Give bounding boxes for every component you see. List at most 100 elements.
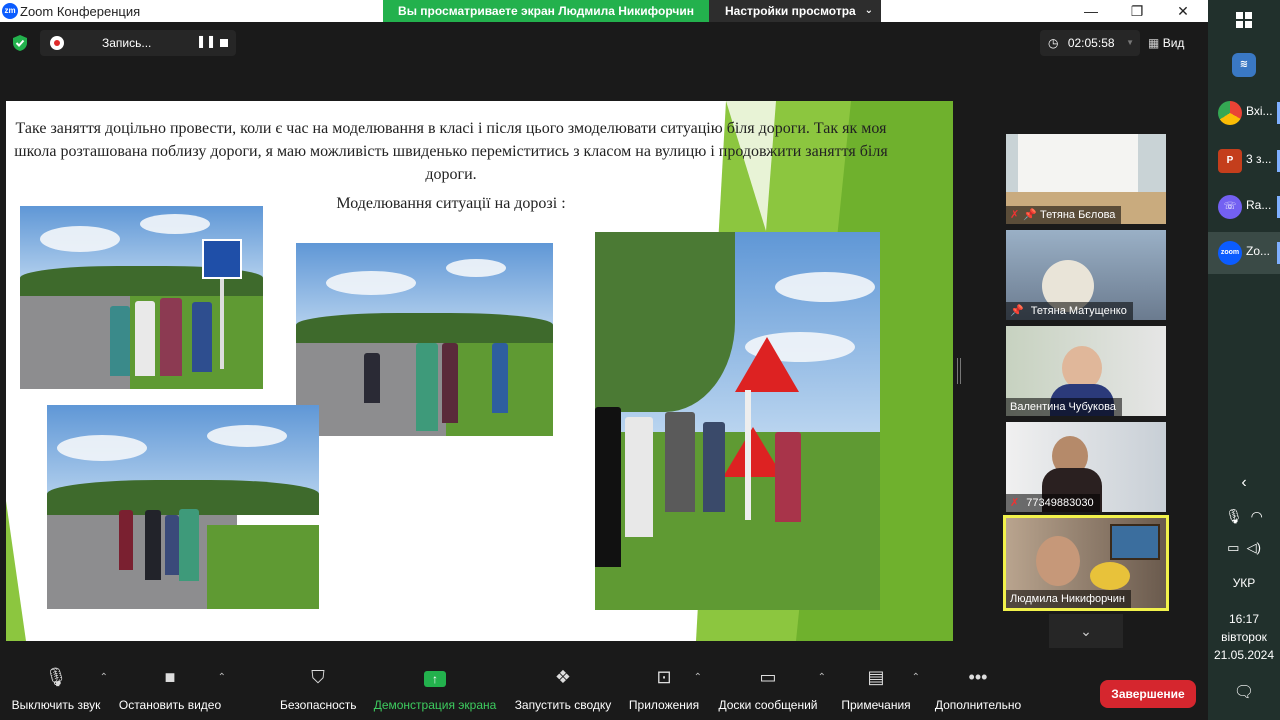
app-icon: ≋ xyxy=(1232,53,1256,77)
participant-name: Валентина Чубукова xyxy=(1006,398,1122,416)
taskbar-powerpoint[interactable]: P 3 з... xyxy=(1208,140,1280,182)
participant-name: Людмила Никифорчин xyxy=(1006,590,1131,608)
tray-icons: 🎙 ◠ xyxy=(1208,508,1280,525)
slide-photo-2 xyxy=(296,243,553,436)
stop-recording-icon[interactable] xyxy=(220,39,228,47)
clock-icon: ◷ xyxy=(1048,36,1059,50)
share-banner: Вы просматриваете экран Людмила Никифорч… xyxy=(383,0,709,22)
scroll-participants-down-button[interactable]: ⌄ xyxy=(1049,614,1123,648)
chevron-up-icon[interactable]: ⌃ xyxy=(100,672,108,683)
taskbar-app[interactable]: ≋ xyxy=(1208,44,1280,86)
taskbar-viber[interactable]: ☏ Ra... xyxy=(1208,186,1280,228)
shared-screen-slide: Таке заняття доцільно провести, коли є ч… xyxy=(6,101,953,641)
crosswalk-sign-icon xyxy=(202,239,242,279)
participant-tile[interactable]: ✗ 📌 Тетяна Бєлова xyxy=(1006,134,1166,224)
slide-photo-3 xyxy=(47,405,319,609)
pause-recording-icon[interactable]: ❚❚ xyxy=(196,34,216,48)
whiteboard-icon: ▭ xyxy=(759,667,777,687)
chevron-up-icon[interactable]: ⌃ xyxy=(694,672,702,683)
microphone-icon[interactable]: 🎙 xyxy=(1225,508,1243,524)
participant-name: ✗ 77349883030 xyxy=(1006,494,1100,512)
participant-tile-active-speaker[interactable]: Людмила Никифорчин xyxy=(1003,515,1169,611)
language-indicator[interactable]: УКР xyxy=(1208,576,1280,590)
share-screen-button[interactable]: ↑ Демонстрация экрана xyxy=(372,662,498,720)
chevron-down-icon: ⌄ xyxy=(864,5,873,16)
start-button[interactable] xyxy=(1208,0,1280,42)
volume-icon[interactable]: ◁) xyxy=(1247,540,1261,555)
participant-tile[interactable]: ✗ 77349883030 xyxy=(1006,422,1166,512)
muted-mic-icon: ✗ xyxy=(1010,497,1020,509)
participant-name: ✗ 📌 Тетяна Бєлова xyxy=(1006,206,1122,224)
powerpoint-icon: P xyxy=(1218,149,1242,173)
wifi-icon[interactable]: ◠ xyxy=(1251,508,1263,524)
participant-tile[interactable]: 📌 Тетяна Матущенко xyxy=(1006,230,1166,320)
battery-icon[interactable]: ▭ xyxy=(1227,540,1239,555)
more-button[interactable]: ••• Дополнительно xyxy=(932,662,1024,720)
chrome-icon xyxy=(1218,101,1242,125)
warning-sign-icon xyxy=(735,337,799,392)
security-shield-icon[interactable] xyxy=(12,34,28,52)
restore-button[interactable]: ❐ xyxy=(1114,0,1160,22)
share-screen-icon: ↑ xyxy=(424,671,446,687)
view-label: Вид xyxy=(1162,36,1185,50)
clock-date[interactable]: 21.05.2024 xyxy=(1208,648,1280,662)
participant-name: 📌 Тетяна Матущенко xyxy=(1006,302,1133,320)
muted-mic-icon: ✗ xyxy=(1010,209,1020,221)
chevron-down-icon: ▼ xyxy=(1126,38,1134,47)
zoom-icon: zoom xyxy=(1218,241,1242,265)
chevron-down-icon: ⌄ xyxy=(1080,623,1092,639)
summary-icon: ❖ xyxy=(554,667,572,687)
zoom-logo-icon: zm xyxy=(2,3,18,19)
screen: zm Zoom Конференция Вы просматриваете эк… xyxy=(0,0,1280,720)
pin-icon: 📌 xyxy=(1023,209,1037,221)
panel-resize-handle[interactable] xyxy=(957,358,961,384)
participant-tile[interactable]: Валентина Чубукова xyxy=(1006,326,1166,416)
recording-label: Запись... xyxy=(102,36,152,50)
stop-video-button[interactable]: ■ Остановить видео ⌃ xyxy=(118,662,226,720)
close-button[interactable]: ✕ xyxy=(1160,0,1206,22)
viber-icon: ☏ xyxy=(1218,195,1242,219)
shield-icon: ⛉ xyxy=(311,667,325,687)
video-camera-icon: ■ xyxy=(164,667,176,687)
chevron-up-icon[interactable]: ⌃ xyxy=(218,672,226,683)
slide-photo-1 xyxy=(20,206,263,389)
windows-start-icon xyxy=(1236,12,1252,28)
notes-icon: ▤ xyxy=(867,667,885,687)
chevron-up-icon[interactable]: ⌃ xyxy=(912,672,920,683)
window-title: Zoom Конференция xyxy=(20,4,141,19)
children-crossing-sign-icon xyxy=(723,427,783,477)
view-button[interactable]: ▦ Вид xyxy=(1148,30,1202,56)
security-button[interactable]: ⛉ Безопасность xyxy=(280,662,357,720)
apps-button[interactable]: ⊡ Приложения ⌃ xyxy=(628,662,702,720)
slide-photo-4 xyxy=(595,232,880,610)
chevron-up-icon[interactable]: ⌃ xyxy=(818,672,826,683)
meeting-timer[interactable]: ◷ 02:05:58 ▼ xyxy=(1040,30,1140,56)
meeting-top-bar: Запись... ❚❚ ◷ 02:05:58 ▼ ▦ Вид xyxy=(0,22,1208,64)
taskbar-zoom[interactable]: zoom Zo... xyxy=(1208,232,1280,274)
view-settings-button[interactable]: Настройки просмотра ⌄ xyxy=(709,0,881,22)
tray-icons-2: ▭ ◁) xyxy=(1208,540,1280,556)
zoom-window: zm Zoom Конференция Вы просматриваете эк… xyxy=(0,0,1208,720)
record-icon xyxy=(50,36,64,50)
notifications-icon[interactable]: 🗨 xyxy=(1208,682,1280,702)
view-settings-label: Настройки просмотра xyxy=(725,4,856,18)
clock-time[interactable]: 16:17 xyxy=(1208,612,1280,626)
pin-icon: 📌 xyxy=(1010,305,1024,317)
notes-button[interactable]: ▤ Примечания ⌃ xyxy=(840,662,920,720)
apps-icon: ⊡ xyxy=(656,667,672,687)
mute-button[interactable]: 🎙 Выключить звук ⌃ xyxy=(10,662,108,720)
start-summary-button[interactable]: ❖ Запустить сводку xyxy=(514,662,612,720)
slide-paragraph: Таке заняття доцільно провести, коли є ч… xyxy=(14,120,888,183)
end-meeting-button[interactable]: Завершение xyxy=(1100,680,1196,708)
meeting-toolbar: 🎙 Выключить звук ⌃ ■ Остановить видео ⌃ … xyxy=(0,662,1208,720)
show-hidden-icons-chevron-icon[interactable]: ‹ xyxy=(1208,474,1280,492)
grid-icon: ▦ xyxy=(1148,36,1160,50)
microphone-icon: 🎙 xyxy=(44,667,68,687)
clock-day[interactable]: вівторок xyxy=(1208,630,1280,644)
minimize-button[interactable]: — xyxy=(1068,0,1114,22)
timer-value: 02:05:58 xyxy=(1067,36,1115,50)
more-dots-icon: ••• xyxy=(968,667,988,687)
windows-taskbar: ≋ Вхі... P 3 з... ☏ Ra... zoom Zo... ‹ 🎙… xyxy=(1208,0,1280,720)
taskbar-chrome[interactable]: Вхі... xyxy=(1208,92,1280,134)
whiteboards-button[interactable]: ▭ Доски сообщений ⌃ xyxy=(716,662,826,720)
